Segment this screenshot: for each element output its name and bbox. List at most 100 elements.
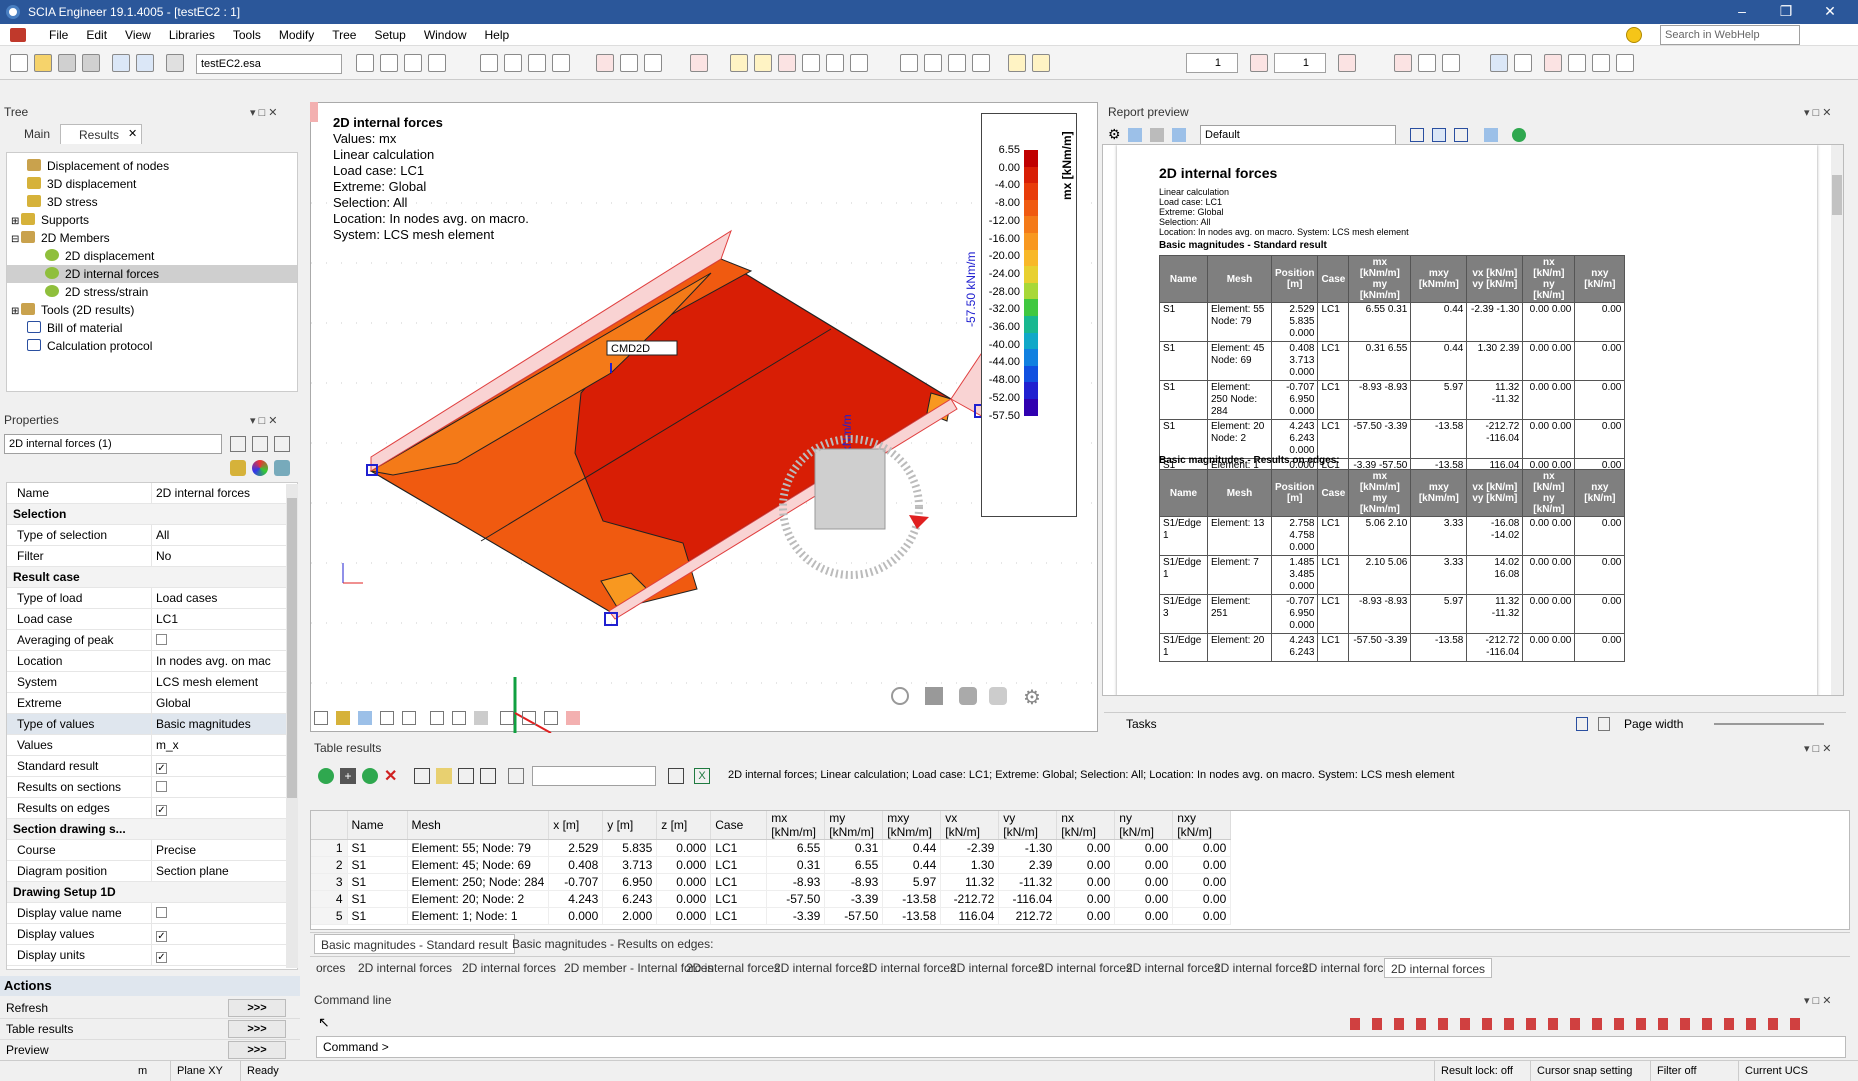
tab-main[interactable]: Main (6, 124, 56, 144)
panel-pin-icon[interactable]: ▾ □ ✕ (1804, 994, 1832, 1007)
property-checkbox[interactable]: ✓ (156, 805, 167, 816)
grid-icon[interactable] (668, 768, 684, 784)
tasks-label[interactable]: Tasks (1126, 717, 1157, 731)
report-icon[interactable] (1514, 54, 1532, 72)
member-icon[interactable] (924, 54, 942, 72)
view-tool-icon[interactable] (314, 711, 328, 725)
view-tool-icon[interactable] (358, 711, 372, 725)
section-icon[interactable] (900, 54, 918, 72)
document-manager-icon[interactable] (1616, 54, 1634, 72)
panel-pin-icon[interactable]: ▾ □ ✕ (250, 106, 278, 119)
document-tab[interactable]: 2D internal forces (1384, 958, 1493, 978)
redo-icon[interactable] (136, 54, 154, 72)
preview-button[interactable]: >>> (228, 1041, 286, 1059)
property-value[interactable]: Load cases (151, 588, 287, 608)
refresh-icon[interactable] (318, 768, 334, 784)
command-input[interactable]: Command > (316, 1036, 1846, 1058)
app-menu-icon[interactable] (10, 27, 26, 42)
select-window-icon[interactable] (754, 54, 772, 72)
table-view-icon[interactable] (458, 768, 474, 784)
subtab-edges[interactable]: Basic magnitudes - Results on edges: (506, 934, 719, 954)
gear-icon[interactable]: ⚙ (1023, 685, 1041, 710)
restore-button[interactable]: ❐ (1764, 0, 1808, 24)
table-view-icon[interactable] (480, 768, 496, 784)
panel-pin-icon[interactable]: ▾ □ ✕ (250, 414, 278, 427)
color-icon[interactable] (252, 460, 268, 476)
display-icon[interactable] (428, 54, 446, 72)
pan-icon[interactable] (989, 687, 1007, 705)
menu-tree[interactable]: Tree (323, 28, 365, 42)
property-value[interactable]: All (151, 525, 287, 545)
property-value[interactable]: LCS mesh element (151, 672, 287, 692)
table-results-button[interactable]: >>> (228, 1020, 286, 1038)
filter-icon[interactable] (252, 436, 268, 452)
table-row[interactable]: 3 S1 Element: 250; Node: 284 -0.707 6.950 0.0… (311, 873, 1232, 891)
print-icon[interactable] (480, 54, 498, 72)
tree-item-2d-internal-forces[interactable]: 2D internal forces (7, 265, 297, 283)
menu-libraries[interactable]: Libraries (160, 28, 224, 42)
rotate-icon[interactable] (959, 687, 977, 705)
status-ucs[interactable]: Current UCS (1738, 1061, 1814, 1081)
table-col-header[interactable]: vy [kN/m] (998, 811, 1058, 840)
gallery-icon[interactable] (1592, 54, 1610, 72)
property-value[interactable]: 2D internal forces (151, 483, 287, 503)
table-row[interactable]: 1 S1 Element: 55; Node: 79 2.529 5.835 0.000 L… (311, 839, 1232, 857)
smiley-icon[interactable] (1626, 27, 1642, 43)
save-icon[interactable] (58, 54, 76, 72)
minimize-button[interactable]: – (1720, 0, 1764, 24)
graphic-view[interactable]: CMD2D -57.50 kNm/m 5.06 kNm/m 2D interna… (310, 102, 1099, 733)
menu-edit[interactable]: Edit (77, 28, 116, 42)
shape-icon[interactable] (1250, 54, 1268, 72)
tree-item-supports[interactable]: ⊞ Supports (11, 211, 89, 229)
results-icon[interactable] (1394, 54, 1412, 72)
view-tool-icon[interactable] (474, 711, 488, 725)
project-icon[interactable] (166, 54, 184, 72)
camera-icon[interactable] (274, 460, 290, 476)
view-tool-icon[interactable] (566, 711, 580, 725)
property-checkbox[interactable]: ✓ (156, 763, 167, 774)
table-col-header[interactable]: mx [kNm/m] (766, 811, 826, 840)
spin-field-2[interactable]: 1 (1274, 53, 1326, 73)
table-col-header[interactable]: Mesh (407, 811, 550, 840)
menu-modify[interactable]: Modify (270, 28, 323, 42)
layout-icon[interactable] (1410, 128, 1424, 142)
dimension-icon[interactable] (620, 54, 638, 72)
print-icon[interactable] (1150, 128, 1164, 142)
undo-icon[interactable] (112, 54, 130, 72)
node-icon[interactable] (948, 54, 966, 72)
property-row[interactable]: Drawing Setup 1D (7, 882, 287, 903)
document-tab[interactable]: 2D internal forces (340, 958, 458, 978)
select-filter-icon[interactable] (230, 436, 246, 452)
grid-icon[interactable] (380, 54, 398, 72)
property-value[interactable]: LC1 (151, 609, 287, 629)
property-checkbox[interactable]: ✓ (156, 931, 167, 942)
property-value[interactable] (151, 777, 287, 797)
table-filter-combo[interactable] (532, 766, 656, 786)
properties-object-combo[interactable]: 2D internal forces (1) (4, 434, 222, 454)
scale-icon[interactable] (1338, 54, 1356, 72)
view-tool-icon[interactable] (500, 711, 514, 725)
project-combo[interactable]: testEC2.esa (196, 54, 342, 74)
property-value[interactable]: m_x (151, 735, 287, 755)
expand-icon[interactable]: ⊞ (11, 303, 21, 321)
table-col-header[interactable]: my [kNm/m] (824, 811, 884, 840)
filter-clear-icon[interactable] (508, 768, 524, 784)
property-row[interactable]: Result case (7, 567, 287, 588)
document-icon[interactable] (528, 54, 546, 72)
table-col-header[interactable]: x [m] (548, 811, 604, 840)
load-icon[interactable] (1008, 54, 1026, 72)
property-checkbox[interactable] (156, 634, 167, 645)
save-all-icon[interactable] (82, 54, 100, 72)
view-tool-icon[interactable] (402, 711, 416, 725)
status-plane[interactable]: Plane XY (170, 1061, 229, 1081)
table-col-header[interactable]: nxy [kN/m] (1172, 811, 1232, 840)
report-template-combo[interactable]: Default (1200, 125, 1396, 145)
diagram-icon[interactable] (1418, 54, 1436, 72)
open-file-icon[interactable] (34, 54, 52, 72)
new-file-icon[interactable] (10, 54, 28, 72)
property-value[interactable]: Section plane (151, 861, 287, 881)
property-row[interactable]: Section drawing s... (7, 819, 287, 840)
property-value[interactable]: Precise (151, 840, 287, 860)
edit-icon[interactable] (274, 436, 290, 452)
properties-scrollbar[interactable] (286, 484, 298, 968)
